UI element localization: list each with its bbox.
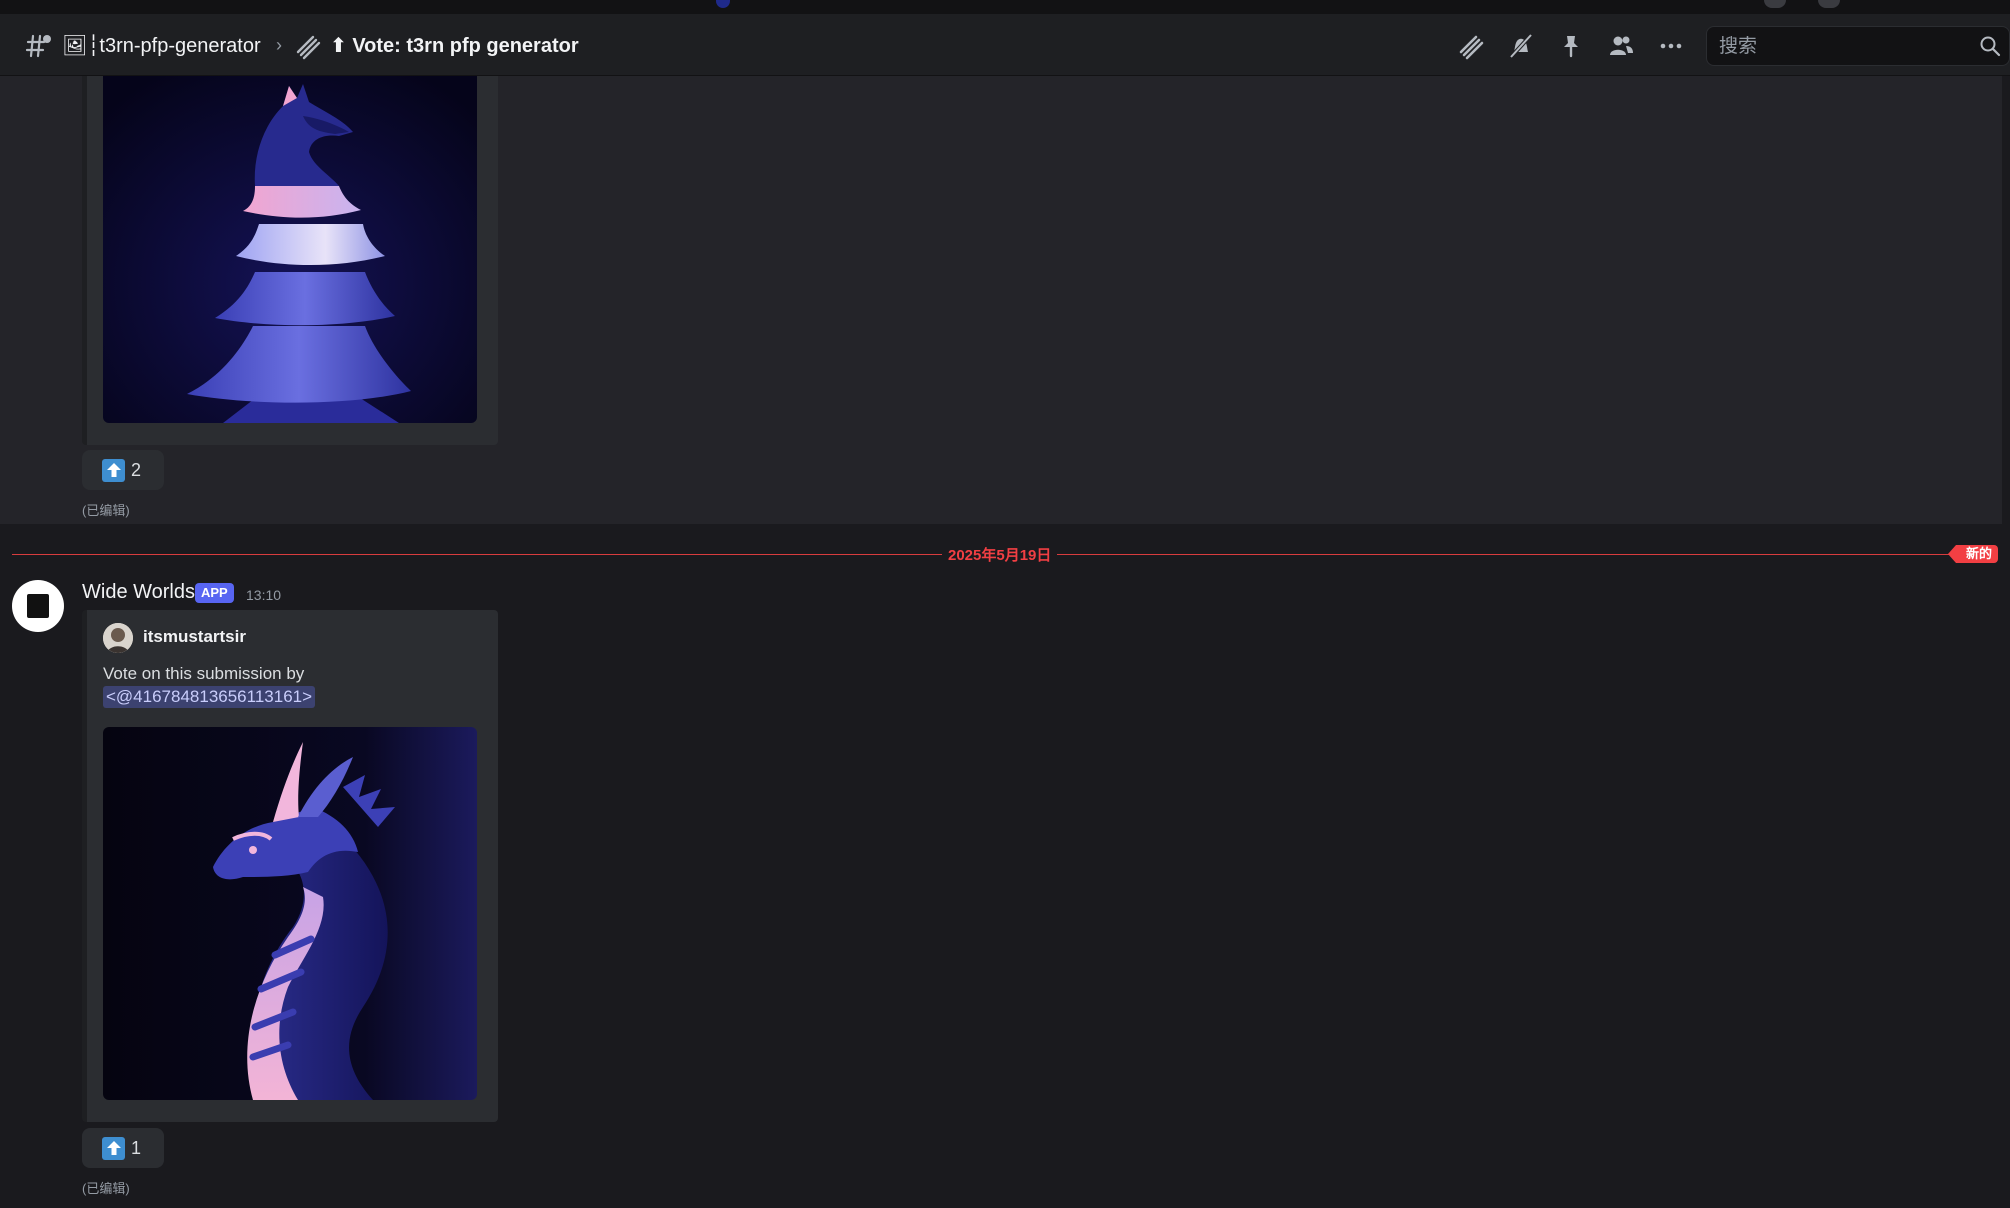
embed-description: Vote on this submission by [103, 664, 305, 683]
pin-icon[interactable] [1556, 31, 1586, 61]
channel-name[interactable]: 🖼┆t3rn-pfp-generator [62, 14, 261, 76]
arrow-up-icon [102, 458, 125, 482]
top-icon-help[interactable] [1818, 0, 1840, 8]
message-timestamp[interactable]: 13:10 [246, 587, 281, 603]
submission-image-dragon[interactable] [103, 727, 477, 1100]
window-top-strip [0, 0, 2010, 14]
submission-image-fox[interactable] [103, 76, 477, 423]
edited-label: (已编辑) [82, 1181, 130, 1196]
search-input[interactable] [1717, 27, 1971, 67]
reaction-count: 1 [131, 1137, 142, 1158]
app-badge: APP [195, 583, 234, 603]
thread-name[interactable]: ⬆ Vote: t3rn pfp generator [330, 14, 579, 76]
author-avatar[interactable] [103, 623, 133, 653]
user-mention[interactable]: <@416784813656113161> [103, 686, 316, 708]
threads-icon[interactable] [1456, 31, 1486, 61]
previous-embed [82, 76, 498, 445]
thread-channel-icon [24, 31, 54, 61]
wide-worlds-avatar[interactable] [12, 580, 64, 632]
scrollbar-track[interactable] [2002, 76, 2010, 1208]
more-options-icon[interactable] [1656, 31, 1686, 61]
mute-bell-icon[interactable] [1506, 31, 1536, 61]
new-messages-badge[interactable]: 新的 [1947, 545, 1999, 563]
app-logo-icon [27, 594, 49, 618]
edited-label: (已编辑) [82, 503, 130, 518]
embed-author-name[interactable]: itsmustartsir [143, 627, 246, 647]
channel-header: 🖼┆t3rn-pfp-generator › ⬆ Vote: t3rn pfp … [0, 14, 2010, 76]
reaction-upvote-previous[interactable]: 2 [82, 450, 164, 490]
search-box[interactable] [1706, 26, 2010, 67]
search-icon [1979, 35, 2001, 62]
thread-icon [292, 31, 322, 61]
reaction-upvote[interactable]: 1 [82, 1128, 164, 1168]
divider-date: 2025年5月19日 [942, 544, 1058, 565]
reaction-count: 2 [131, 459, 142, 480]
arrow-up-icon [102, 1136, 125, 1160]
breadcrumb-separator: › [276, 34, 282, 55]
top-icon-left[interactable] [1764, 0, 1786, 8]
message-username[interactable]: Wide Worlds [82, 581, 195, 604]
members-icon[interactable] [1606, 31, 1636, 61]
top-indicator [716, 0, 730, 8]
